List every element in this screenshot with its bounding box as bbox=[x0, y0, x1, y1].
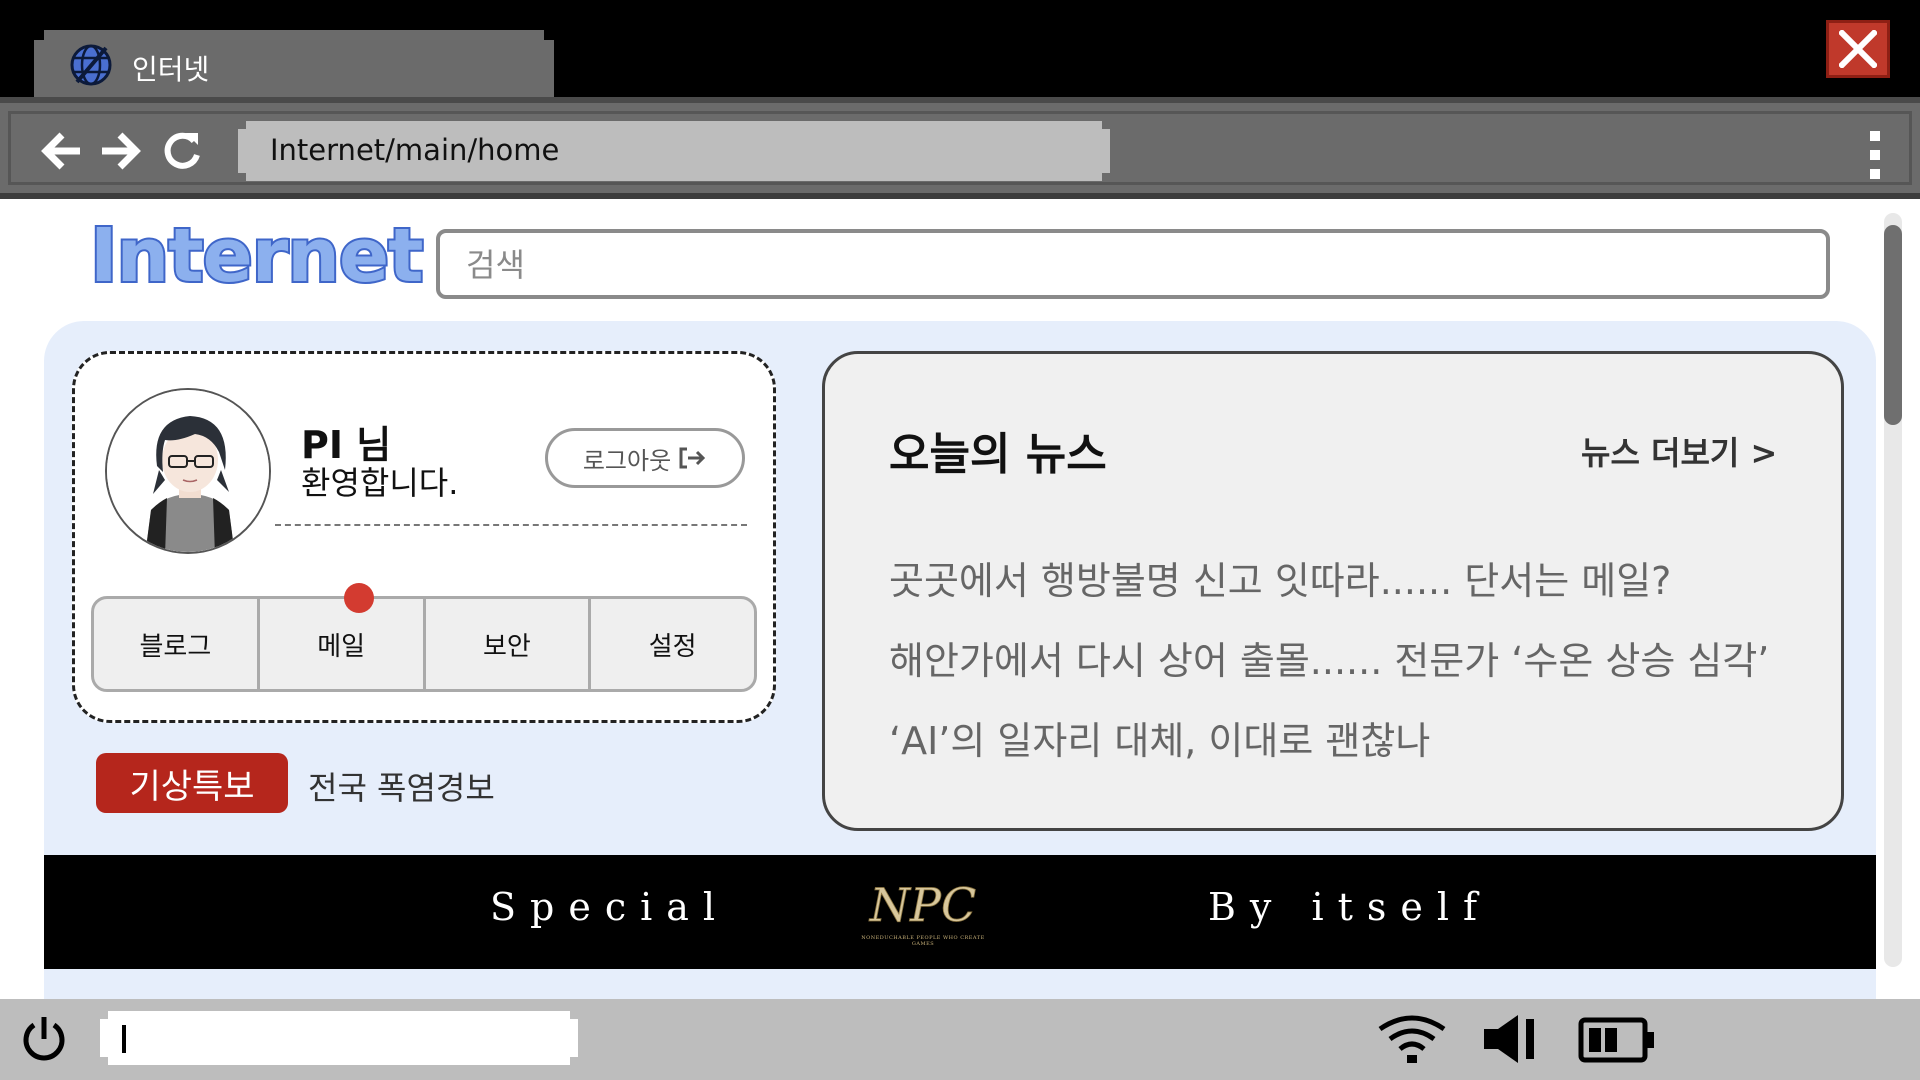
quick-menu-label: 블로그 bbox=[139, 631, 212, 662]
mail-notification-badge bbox=[343, 583, 374, 613]
site-logo[interactable]: Internet bbox=[88, 211, 426, 301]
search-input[interactable] bbox=[466, 243, 1796, 287]
text-cursor bbox=[122, 1025, 126, 1053]
url-bar[interactable]: Internet/main/home bbox=[238, 121, 1110, 181]
browser-tab[interactable]: 인터넷 bbox=[34, 30, 554, 97]
power-icon[interactable] bbox=[18, 1013, 70, 1065]
news-headline[interactable]: ‘AI’의 일자리 대체, 이대로 괜찮나 bbox=[889, 710, 1430, 765]
sponsor-banner[interactable]: Special NPC NONEDUCHABLE PEOPLE WHO CREA… bbox=[44, 855, 1876, 969]
news-title: 오늘의 뉴스 bbox=[889, 429, 1107, 480]
quick-menu-security[interactable]: 보안 bbox=[426, 599, 592, 689]
kebab-menu-icon[interactable] bbox=[1868, 131, 1882, 179]
welcome-text: 환영합니다. bbox=[301, 464, 459, 502]
quick-menu-mail[interactable]: 메일 bbox=[260, 583, 426, 689]
quick-menu: 블로그 메일 보안 설정 bbox=[91, 583, 757, 692]
weather-alert-text[interactable]: 전국 폭염경보 bbox=[308, 763, 495, 809]
taskbar bbox=[0, 999, 1920, 1080]
profile-card: PI 님 환영합니다. 로그아웃 블로그 메일 보안 설정 bbox=[72, 351, 776, 723]
forward-arrow-icon[interactable] bbox=[98, 129, 142, 173]
quick-menu-settings[interactable]: 설정 bbox=[591, 599, 754, 689]
quick-menu-label: 설정 bbox=[648, 631, 697, 662]
scrollbar-thumb[interactable] bbox=[1884, 225, 1902, 425]
logout-icon bbox=[679, 447, 706, 469]
title-bar: 인터넷 bbox=[0, 0, 1920, 97]
news-more-link[interactable]: 뉴스 더보기 > bbox=[1581, 428, 1777, 474]
avatar-illustration bbox=[107, 390, 269, 552]
logout-button[interactable]: 로그아웃 bbox=[545, 428, 745, 488]
news-headline[interactable]: 곳곳에서 행방불명 신고 잇따라...... 단서는 메일? bbox=[889, 550, 1671, 605]
npc-logo-subtext: NONEDUCHABLE PEOPLE WHO CREATE GAMES bbox=[861, 935, 985, 947]
page-viewport: Internet 검색 PI 님 환영합니다. 로그아웃 블로그 메일 보안 설… bbox=[0, 199, 1920, 999]
avatar bbox=[105, 388, 271, 554]
banner-right-text: By itself bbox=[1208, 885, 1492, 929]
news-headline[interactable]: 해안가에서 다시 상어 출몰...... 전문가 ‘수온 상승 심각’ bbox=[889, 630, 1769, 685]
quick-menu-label: 보안 bbox=[482, 631, 531, 662]
profile-divider bbox=[275, 524, 747, 526]
back-arrow-icon[interactable] bbox=[40, 129, 84, 173]
reload-icon[interactable] bbox=[160, 129, 204, 173]
npc-logo: NPC bbox=[868, 878, 976, 933]
url-text: Internet/main/home bbox=[270, 133, 560, 167]
news-card: 오늘의 뉴스 뉴스 더보기 > 곳곳에서 행방불명 신고 잇따라...... 단… bbox=[822, 351, 1844, 831]
volume-icon[interactable] bbox=[1482, 1013, 1546, 1065]
weather-alert-badge[interactable]: 기상특보 bbox=[96, 753, 288, 813]
search-box[interactable] bbox=[436, 229, 1830, 299]
logout-label: 로그아웃 bbox=[582, 446, 672, 475]
close-button[interactable] bbox=[1826, 20, 1890, 78]
navigation-bar: Internet/main/home bbox=[0, 97, 1920, 199]
quick-menu-blog[interactable]: 블로그 bbox=[94, 599, 260, 689]
banner-left-text: Special bbox=[490, 885, 730, 929]
svg-text:NPC: NPC bbox=[869, 878, 976, 932]
vertical-scrollbar[interactable] bbox=[1884, 213, 1902, 967]
tab-label: 인터넷 bbox=[132, 53, 210, 86]
close-icon bbox=[1839, 30, 1877, 68]
globe-icon bbox=[70, 44, 112, 86]
wifi-icon[interactable] bbox=[1376, 1013, 1448, 1065]
battery-icon[interactable] bbox=[1578, 1015, 1656, 1065]
quick-menu-label: 메일 bbox=[317, 631, 366, 662]
taskbar-search-input[interactable] bbox=[100, 1011, 578, 1065]
